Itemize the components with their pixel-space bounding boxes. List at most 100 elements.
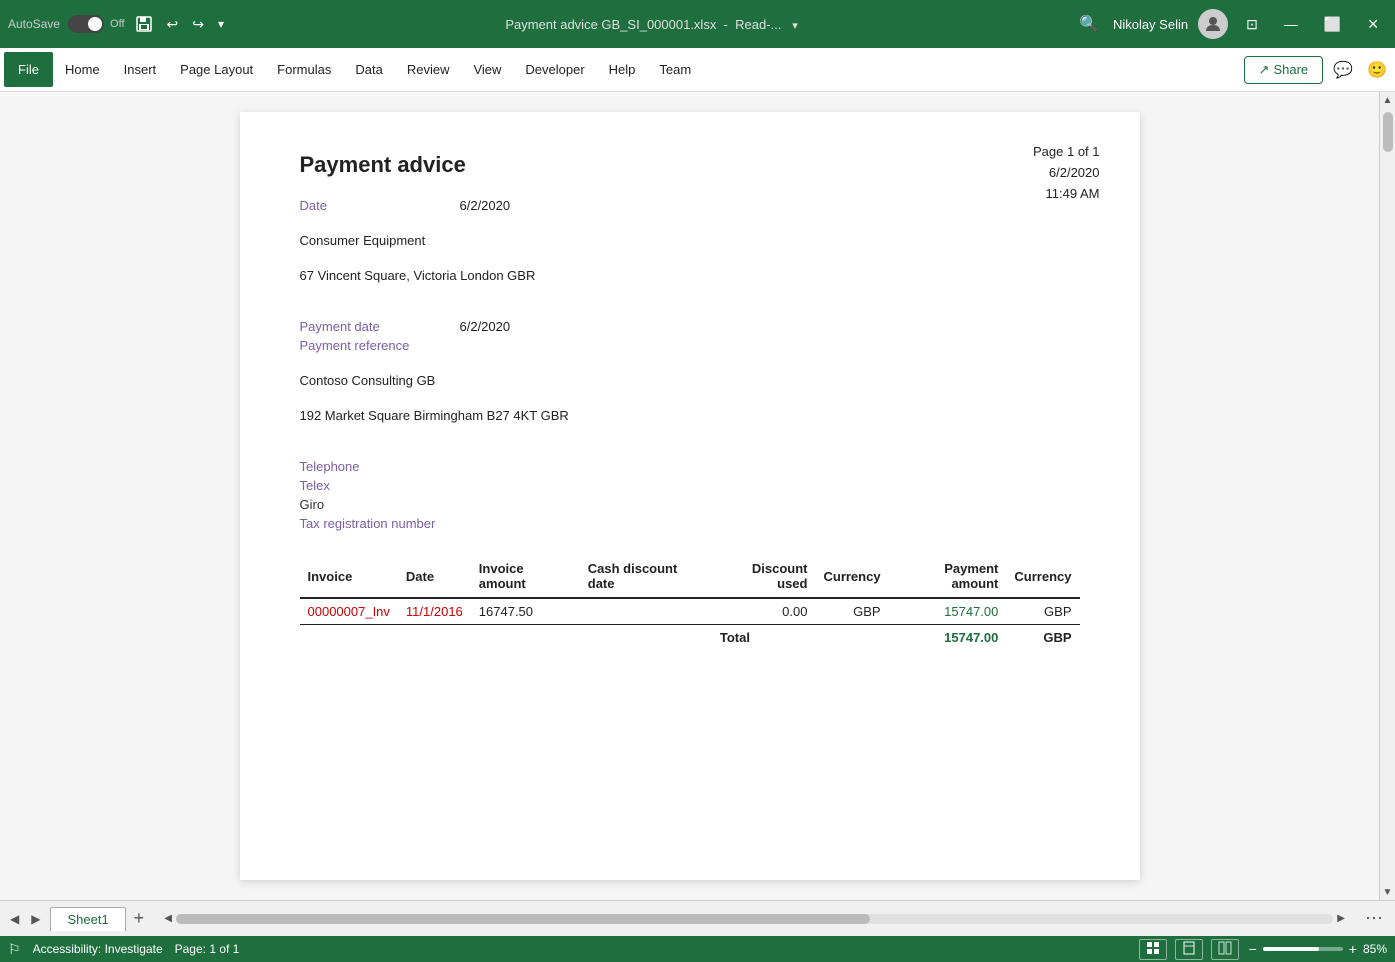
date-value: 6/2/2020 [460,198,511,213]
cell-total-text: Total [712,625,816,651]
col-discount-used: Discount used [712,555,816,598]
share-label: Share [1273,62,1308,77]
cell-invoice-amount: 16747.50 [471,598,580,625]
page-date: 6/2/2020 [1033,163,1100,184]
redo-button[interactable]: ↪ [188,12,208,37]
comment-button[interactable]: 💬 [1329,56,1357,84]
tab-next-button[interactable]: ▶ [25,908,46,930]
vendor-name: Contoso Consulting GB [300,373,1080,388]
doc-title: Payment advice [300,152,1080,178]
telephone-row: Telephone [300,459,1080,474]
tab-bar: ◀ ▶ Sheet1 + ◀ ▶ ⋯ [0,900,1395,936]
h-scroll-track[interactable] [176,914,1333,924]
cell-total-amount: 15747.00 [889,625,1007,651]
page-status: Page: 1 of 1 [175,942,240,956]
file-name: Payment advice GB_SI_000001.xlsx [505,17,716,32]
date-label: Date [300,198,460,213]
status-bar: ⚐ Accessibility: Investigate Page: 1 of … [0,936,1395,962]
date-row: Date 6/2/2020 [300,198,1080,213]
autosave-state: Off [110,18,124,30]
company-section: Consumer Equipment 67 Vincent Square, Vi… [300,233,1080,283]
menu-page-layout[interactable]: Page Layout [168,52,265,87]
scroll-thumb[interactable] [1383,112,1393,152]
menu-formulas[interactable]: Formulas [265,52,343,87]
page-time: 11:49 AM [1033,184,1100,205]
main-area: Page 1 of 1 6/2/2020 11:49 AM Payment ad… [0,92,1395,900]
col-currency1: Currency [815,555,888,598]
menu-data[interactable]: Data [343,52,394,87]
emoji-button[interactable]: 🙂 [1363,56,1391,84]
invoice-table: Invoice Date Invoice amount Cash discoun… [300,555,1080,650]
user-name: Nikolay Selin [1113,17,1188,32]
tab-options-button[interactable]: ⋯ [1357,908,1391,929]
payment-ref-label: Payment reference [300,338,460,353]
total-row: Total 15747.00 GBP [300,625,1080,651]
share-button[interactable]: ↗ Share [1244,56,1324,84]
autosave-toggle[interactable] [68,15,104,33]
col-currency2: Currency [1006,555,1079,598]
cell-cash-discount-date [580,598,712,625]
doc-page: Page 1 of 1 6/2/2020 11:49 AM Payment ad… [240,112,1140,880]
page-break-view-button[interactable] [1211,939,1239,960]
doc-container[interactable]: Page 1 of 1 6/2/2020 11:49 AM Payment ad… [0,92,1379,900]
payment-ref-row: Payment reference [300,338,1080,353]
menu-developer[interactable]: Developer [513,52,596,87]
h-scroll-right-button[interactable]: ▶ [1333,913,1349,924]
read-mode: Read-... [735,17,781,32]
zoom-in-button[interactable]: + [1347,941,1359,957]
telex-label: Telex [300,478,460,493]
sheet-area: Page 1 of 1 6/2/2020 11:49 AM Payment ad… [0,92,1379,900]
col-invoice: Invoice [300,555,398,598]
zoom-slider[interactable] [1263,947,1343,951]
close-button[interactable]: ✕ [1359,12,1387,37]
telephone-label: Telephone [300,459,460,474]
search-button[interactable]: 🔍 [1075,10,1103,38]
horizontal-scrollbar[interactable]: ◀ ▶ [152,913,1357,924]
save-button[interactable] [131,11,157,37]
minimize-button[interactable]: — [1276,12,1306,36]
zoom-controls: − + 85% [1247,941,1387,957]
menu-team[interactable]: Team [647,52,703,87]
cell-currency1: GBP [815,598,888,625]
menu-insert[interactable]: Insert [112,52,169,87]
dropdown-arrow-icon[interactable]: ▾ [792,20,798,32]
h-scroll-left-button[interactable]: ◀ [160,913,176,924]
table-row: 00000007_Inv 11/1/2016 16747.50 0.00 GBP… [300,598,1080,625]
cell-total-label [300,625,712,651]
restore-window-button[interactable]: ⊡ [1238,12,1266,37]
title-bar-center: Payment advice GB_SI_000001.xlsx - Read-… [236,17,1067,32]
normal-view-button[interactable] [1139,939,1167,960]
ribbon-menu: File Home Insert Page Layout Formulas Da… [0,48,1395,92]
cell-currency2: GBP [1006,598,1079,625]
company-address: 67 Vincent Square, Victoria London GBR [300,268,1080,283]
h-scroll-thumb[interactable] [176,914,870,924]
title-bar-left: AutoSave Off ↩ ↪ ▾ [8,11,228,37]
page-number: Page 1 of 1 [1033,142,1100,163]
zoom-out-button[interactable]: − [1247,941,1259,957]
autosave-label: AutoSave [8,17,60,31]
sheet-tab-sheet1[interactable]: Sheet1 [50,907,125,931]
undo-button[interactable]: ↩ [163,12,183,37]
vertical-scrollbar[interactable]: ▲ ▼ [1379,92,1395,900]
restore-button[interactable]: ⬜ [1316,12,1349,37]
menu-home[interactable]: Home [53,52,112,87]
payment-date-row: Payment date 6/2/2020 [300,319,1080,334]
quick-access-button[interactable]: ▾ [214,13,228,35]
cell-total-spacer [815,625,888,651]
share-icon: ↗ [1259,62,1270,78]
menu-file[interactable]: File [4,52,53,87]
page-layout-view-button[interactable] [1175,939,1203,960]
add-sheet-button[interactable]: + [126,906,153,931]
accessibility-icon: ⚐ [8,941,21,958]
tab-prev-button[interactable]: ◀ [4,908,25,930]
avatar[interactable] [1198,9,1228,39]
scroll-up-button[interactable]: ▲ [1380,92,1395,108]
menu-help[interactable]: Help [597,52,648,87]
cell-invoice: 00000007_Inv [300,598,398,625]
menu-view[interactable]: View [461,52,513,87]
scroll-down-button[interactable]: ▼ [1380,884,1395,900]
company-name: Consumer Equipment [300,233,1080,248]
title-bar-right: 🔍 Nikolay Selin ⊡ — ⬜ ✕ [1075,9,1387,39]
title-bar: AutoSave Off ↩ ↪ ▾ Payment advice GB_SI_… [0,0,1395,48]
menu-review[interactable]: Review [395,52,462,87]
